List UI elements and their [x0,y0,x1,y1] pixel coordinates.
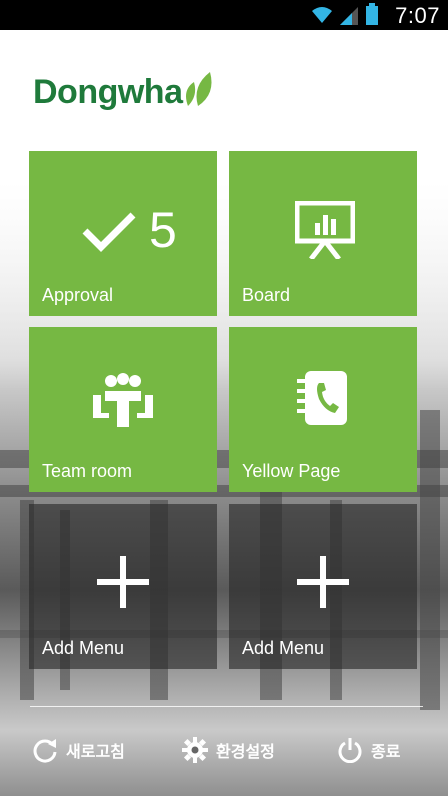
approval-count-badge: 5 [149,202,177,258]
gear-icon [182,737,208,763]
leaf-icon [186,72,212,106]
presentation-board-icon [295,201,355,259]
tile-approval[interactable]: 5 Approval [29,151,217,316]
tile-yellow-page[interactable]: Yellow Page [229,327,417,492]
tile-yellow-page-label: Yellow Page [242,461,341,481]
exit-label: 종료 [371,744,401,761]
exit-button[interactable]: 종료 [337,730,400,770]
plus-icon [97,556,149,608]
tile-add-menu-label: Add Menu [242,638,325,658]
refresh-button[interactable]: 새로고침 [32,730,125,770]
status-icons [310,3,378,25]
signal-icon [340,7,358,25]
tile-add-menu-1[interactable]: Add Menu [29,504,217,669]
refresh-label: 새로고침 [66,744,125,761]
refresh-icon [33,739,57,763]
app-screen: Dongwha 5 Approval Board Team room Yello… [0,30,448,796]
bottom-divider [30,706,423,707]
settings-button[interactable]: 환경설정 [182,730,275,770]
tile-add-menu-2[interactable]: Add Menu [229,504,417,669]
status-time: 7:07 [395,3,440,28]
plus-icon [297,556,349,608]
wifi-icon [312,7,332,23]
tile-team-room-label: Team room [42,461,133,481]
phonebook-icon [297,371,347,425]
checkmark-icon [82,212,136,252]
logo-text: Dongwha [33,73,183,111]
tile-board-label: Board [242,285,291,305]
settings-label: 환경설정 [216,744,275,761]
tile-add-menu-label: Add Menu [42,638,125,658]
tile-approval-label: Approval [42,285,114,305]
meeting-room-icon [93,373,153,427]
tile-team-room[interactable]: Team room [29,327,217,492]
status-bar: 7:07 [0,0,448,30]
battery-icon [366,3,378,25]
tile-board[interactable]: Board [229,151,417,316]
dongwha-logo: Dongwha [33,68,218,112]
power-icon [338,738,362,763]
